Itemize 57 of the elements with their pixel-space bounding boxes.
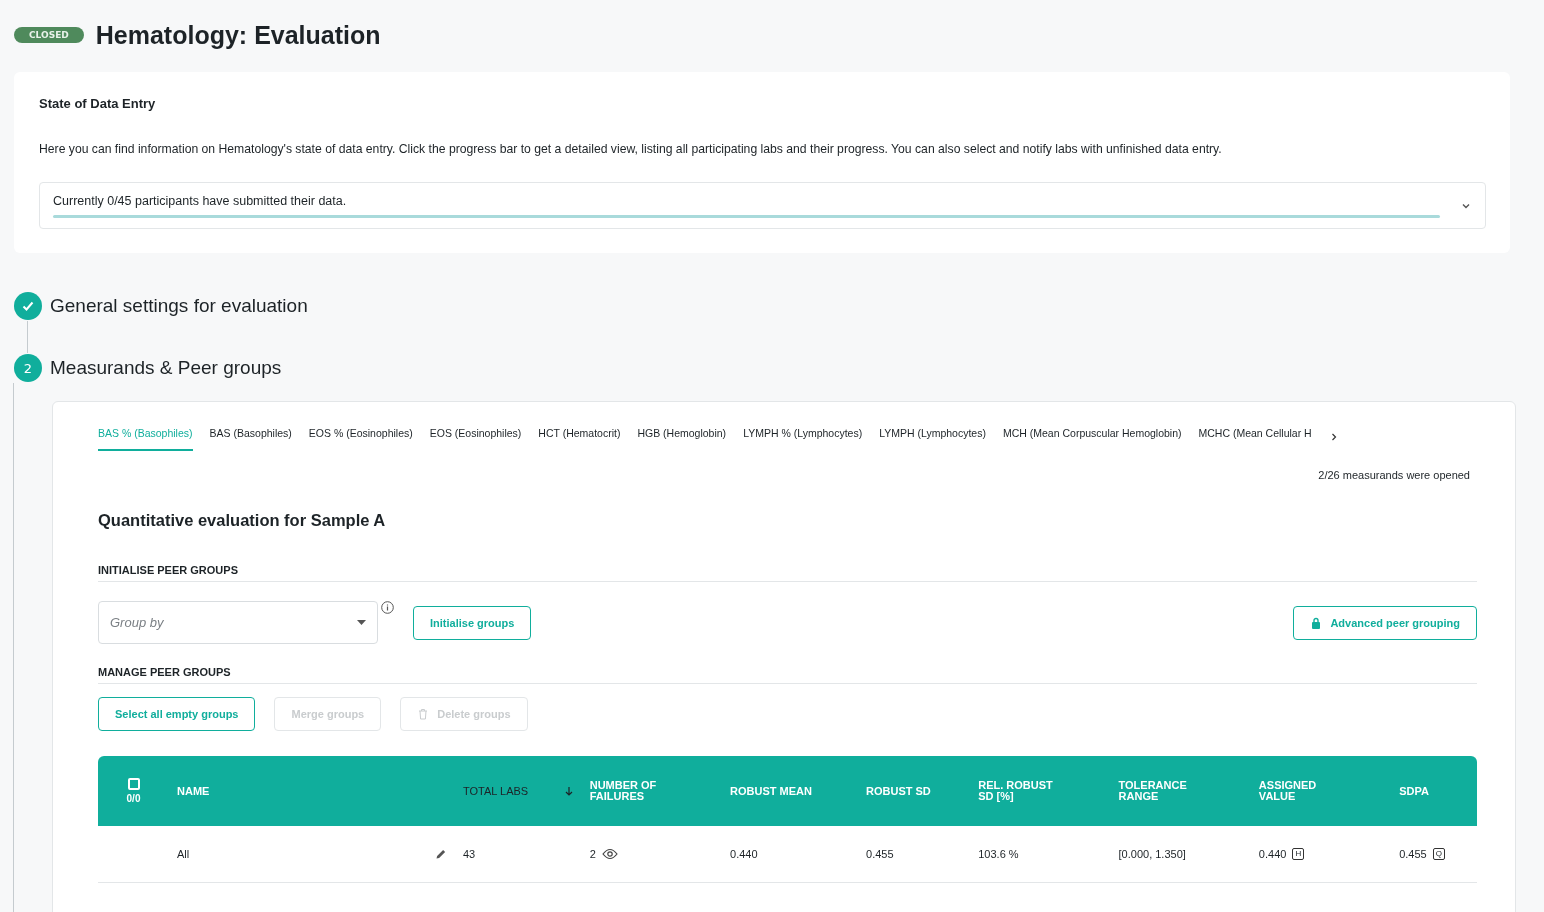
info-icon[interactable] [381, 601, 394, 614]
eye-icon[interactable] [601, 848, 618, 860]
page-title: Hematology: Evaluation [95, 20, 381, 50]
column-header[interactable]: SDPA [1399, 785, 1429, 797]
measurand-tab[interactable]: HCT (Hematocrit) [538, 422, 621, 451]
advanced-peer-grouping-button[interactable]: Advanced peer grouping [1293, 605, 1477, 640]
measurand-tab[interactable]: MCH (Mean Corpuscular Hemoglobin) [1002, 422, 1182, 451]
status-badge: CLOSED [14, 27, 84, 43]
table-cell: 0.455 [1399, 848, 1427, 860]
value-tag: Q [1432, 848, 1445, 860]
measurand-tab[interactable]: HGB (Hemoglobin) [637, 422, 727, 451]
section-heading: INITIALISE PEER GROUPS [98, 564, 1477, 582]
column-header[interactable]: ROBUST SD [866, 785, 931, 797]
table-cell: 0.455 [866, 848, 894, 860]
measurands-opened-text: 2/26 measurands were opened [1317, 469, 1471, 481]
column-header[interactable]: ASSIGNED VALUE [1258, 780, 1344, 802]
step-title: Measurands & Peer groups [50, 357, 282, 379]
measurand-tab[interactable]: LYMPH (Lymphocytes) [879, 422, 986, 451]
column-header[interactable]: NAME [177, 785, 210, 797]
table-cell: 103.6 % [978, 848, 1019, 860]
measurand-tab[interactable]: LYMPH % (Lymphocytes) [743, 422, 863, 451]
section-title: Quantitative evaluation for Sample A [98, 511, 387, 530]
column-header[interactable]: REL. ROBUST SD [%] [978, 780, 1064, 802]
column-header[interactable]: ROBUST MEAN [730, 785, 812, 797]
measurand-tab[interactable]: BAS (Basophiles) [209, 422, 292, 451]
column-header[interactable]: TOLERANCE RANGE [1118, 780, 1204, 802]
trash-icon [417, 708, 430, 720]
lock-icon [1310, 616, 1323, 629]
section-heading: MANAGE PEER GROUPS [98, 666, 1477, 684]
group-by-dropdown[interactable]: Group by [98, 601, 378, 644]
table-cell: 2 [589, 848, 596, 860]
measurand-tab[interactable]: EOS (Eosinophiles) [429, 422, 522, 451]
progress-panel[interactable]: Currently 0/45 participants have submitted their data. [39, 182, 1486, 229]
pencil-icon[interactable] [435, 848, 447, 860]
selection-count: 0/0 [126, 794, 141, 804]
table-cell: 43 [463, 848, 476, 860]
value-tag: H [1292, 848, 1305, 860]
caret-icon [357, 620, 366, 625]
table-cell: [0.000, 1.350] [1118, 848, 1186, 860]
action-button[interactable]: Select all empty groups [98, 697, 256, 731]
sort-arrow-icon[interactable] [563, 786, 574, 796]
measurand-tab[interactable]: MCHC (Mean Cellular H [1198, 422, 1312, 451]
initialise-groups-button[interactable]: Initialise groups [413, 605, 532, 640]
table-cell: 0.440 [730, 848, 758, 860]
column-header[interactable]: TOTAL LABS [463, 785, 529, 797]
table-cell: All [177, 848, 190, 860]
table-cell: 0.440 [1258, 848, 1287, 860]
measurand-tab[interactable]: EOS % (Eosinophiles) [308, 422, 413, 451]
step-number: 2 [14, 354, 42, 382]
select-all-checkbox[interactable] [127, 778, 140, 790]
check-circle-icon [14, 292, 42, 320]
card-description: Here you can find information on Hematology's state of data entry. Click the progress bar to get a detailed view, listing all participating labs and their progress. You can also select and notify labs with unfinished data entry. [39, 142, 1223, 156]
card-title: State of Data Entry [39, 96, 157, 111]
column-header[interactable]: NUMBER OF FAILURES [589, 780, 675, 802]
step-title: General settings for evaluation [50, 295, 308, 317]
measurand-tab[interactable]: BAS % (Basophiles) [98, 422, 193, 451]
progress-text: Currently 0/45 participants have submitted their data. [53, 194, 348, 208]
